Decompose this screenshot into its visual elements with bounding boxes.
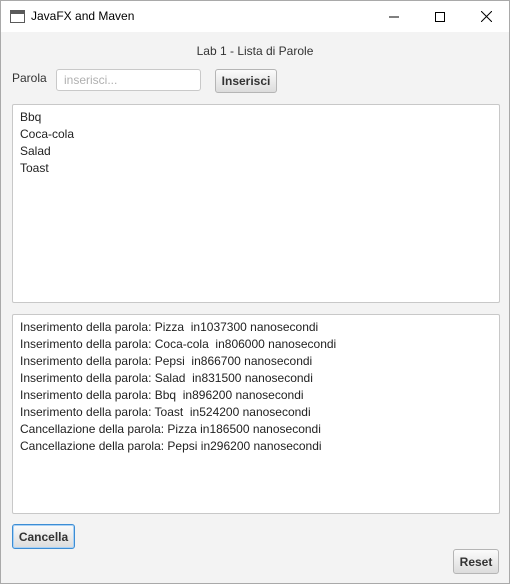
reset-button[interactable]: Reset [453, 549, 499, 574]
word-line: Salad [20, 144, 51, 158]
log-line: Inserimento della parola: Pepsi in866700… [20, 354, 313, 368]
word-line: Toast [20, 161, 49, 175]
log-line: Cancellazione della parola: Pizza in1865… [20, 422, 321, 436]
parola-label: Parola [12, 71, 47, 85]
log-line: Cancellazione della parola: Pepsi in2962… [20, 439, 322, 453]
window-title: JavaFX and Maven [31, 9, 135, 23]
inserisci-button[interactable]: Inserisci [215, 69, 277, 93]
log-line: Inserimento della parola: Salad in831500… [20, 371, 313, 385]
log-text-area[interactable]: Inserimento della parola: Pizza in103730… [12, 314, 500, 514]
cancella-button[interactable]: Cancella [12, 524, 75, 549]
app-window-icon [10, 10, 25, 23]
minimize-button[interactable] [371, 1, 417, 32]
words-text-area[interactable]: Bbq Coca-cola Salad Toast [12, 104, 500, 303]
word-line: Coca-cola [20, 127, 75, 141]
app-window: JavaFX and Maven Lab 1 - Lista di Parole… [0, 0, 510, 584]
parola-input[interactable] [56, 69, 201, 91]
log-line: Inserimento della parola: Coca-cola in80… [20, 337, 337, 351]
log-line: Inserimento della parola: Toast in524200… [20, 405, 311, 419]
maximize-button[interactable] [417, 1, 463, 32]
close-button[interactable] [463, 1, 509, 32]
log-line: Inserimento della parola: Bbq in896200 n… [20, 388, 304, 402]
close-icon [480, 11, 492, 22]
maximize-icon [435, 11, 445, 22]
log-line: Inserimento della parola: Pizza in103730… [20, 320, 319, 334]
page-title: Lab 1 - Lista di Parole [196, 44, 314, 58]
title-bar: JavaFX and Maven [1, 1, 509, 32]
minimize-icon [389, 16, 399, 17]
word-line: Bbq [20, 110, 42, 124]
